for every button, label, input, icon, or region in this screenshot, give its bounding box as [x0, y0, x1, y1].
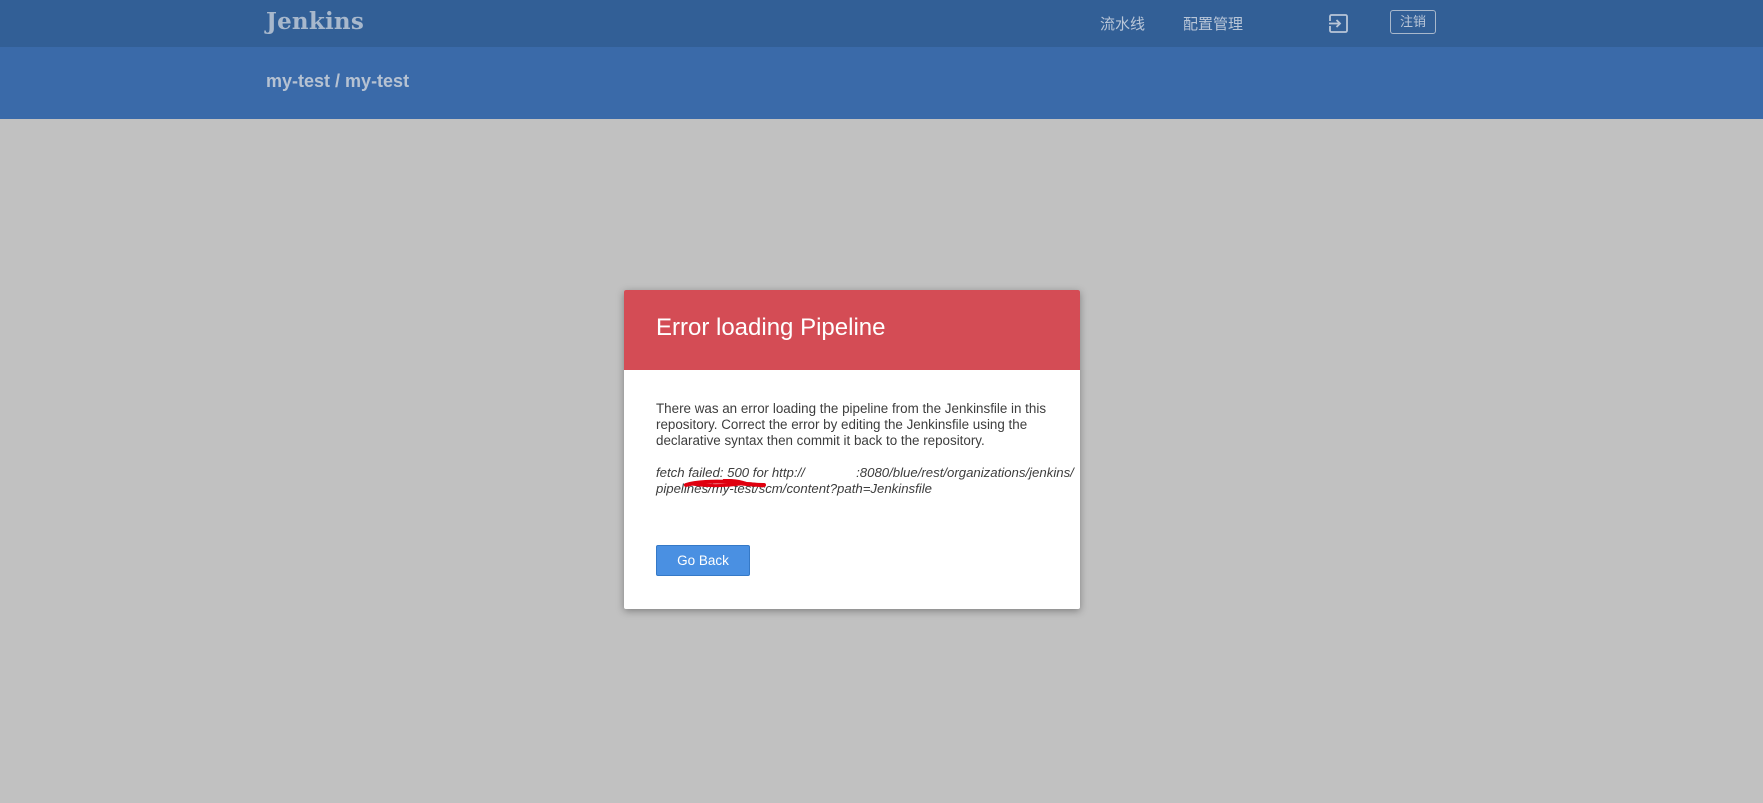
redaction-scribble — [684, 479, 766, 488]
nav-pipelines-link[interactable]: 流水线 — [1100, 13, 1145, 34]
breadcrumb: my-test / my-test — [266, 71, 409, 92]
pipeline-header: my-test / my-test — [0, 47, 1763, 119]
error-dialog-body: There was an error loading the pipeline … — [624, 370, 1080, 497]
nav-administration-link[interactable]: 配置管理 — [1183, 13, 1243, 34]
error-dialog-title: Error loading Pipeline — [656, 314, 886, 341]
breadcrumb-organization[interactable]: my-test — [266, 71, 330, 91]
breadcrumb-separator: / — [330, 71, 346, 91]
error-detail-wrapper: fetch failed: 500 for http:// :8080/blue… — [656, 465, 1074, 497]
jenkins-logo[interactable]: Jenkins — [266, 8, 364, 35]
error-dialog-header: Error loading Pipeline — [624, 290, 1080, 370]
logout-button[interactable]: 注销 — [1390, 10, 1436, 34]
go-back-button[interactable]: Go Back — [656, 545, 750, 576]
top-navigation-bar: Jenkins 流水线 配置管理 注销 — [0, 0, 1763, 47]
jenkins-blue-ocean-page: Jenkins 流水线 配置管理 注销 my-test / my-test Er… — [0, 0, 1763, 803]
error-dialog: Error loading Pipeline There was an erro… — [624, 290, 1080, 609]
logout-icon[interactable] — [1328, 13, 1350, 35]
breadcrumb-pipeline[interactable]: my-test — [345, 71, 409, 91]
error-message: There was an error loading the pipeline … — [656, 401, 1047, 448]
